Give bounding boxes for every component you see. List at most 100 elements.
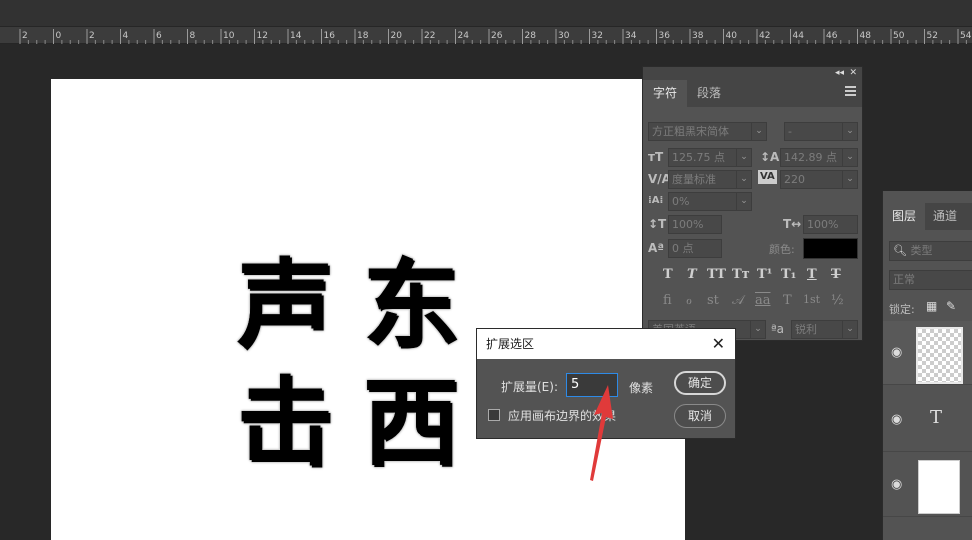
eye-icon[interactable]: ◉ xyxy=(891,412,902,427)
leading-value: 142.89 点 xyxy=(784,151,837,164)
eye-icon[interactable]: ◉ xyxy=(891,345,902,360)
leading-icon: ↕A xyxy=(760,150,780,164)
font-size-icon: тT xyxy=(648,150,664,164)
chevron-down-icon: ⌄ xyxy=(842,321,857,338)
discretionary-ligatures-button[interactable]: st xyxy=(707,293,719,308)
ruler-tick-label: 24 xyxy=(458,31,470,41)
ruler-tick-label: 46 xyxy=(826,31,838,41)
ruler-tick-label: 20 xyxy=(391,31,403,41)
ligatures-button[interactable]: fi xyxy=(663,293,672,308)
close-icon[interactable]: ✕ xyxy=(712,329,725,359)
tsume-value: 0% xyxy=(672,195,690,208)
ruler-tick-label: 32 xyxy=(592,31,603,41)
old-style-button[interactable]: ℴ xyxy=(686,293,692,308)
dialog-title: 扩展选区 xyxy=(486,337,535,351)
layer-filter-select[interactable]: 🔍︎ 类型 xyxy=(889,241,972,261)
faux-bold-button[interactable]: T xyxy=(663,267,673,282)
ordinals-button[interactable]: 1st xyxy=(803,293,820,306)
tab-character[interactable]: 字符 xyxy=(643,80,688,107)
kerning-value: 度量标准 xyxy=(672,173,716,186)
collapse-icon[interactable]: ◂◂ xyxy=(835,67,844,80)
apply-canvas-bounds-checkbox[interactable] xyxy=(488,409,500,421)
swash-button[interactable]: 𝒜 xyxy=(732,293,744,308)
tab-channels[interactable]: 通道 xyxy=(925,203,965,230)
strikethrough-button[interactable]: T xyxy=(831,267,841,282)
baseline-shift-field[interactable]: 0 点 xyxy=(668,239,722,258)
ruler-tick-label: 10 xyxy=(223,31,235,41)
kerning-field[interactable]: 度量标准 ⌄ xyxy=(668,170,752,189)
lock-brush-icon[interactable]: ✎ xyxy=(946,299,956,313)
dialog-titlebar: 扩展选区 ✕ xyxy=(477,329,735,359)
layer-thumbnail xyxy=(916,327,963,384)
canvas-glyph-1: 声 xyxy=(237,249,333,361)
font-style-value: - xyxy=(788,125,792,138)
horizontal-scale-field[interactable]: 100% xyxy=(803,215,858,234)
anti-alias-select[interactable]: 锐利 ⌄ xyxy=(791,320,858,339)
ruler-tick-label: 54 xyxy=(960,31,972,41)
leading-field[interactable]: 142.89 点 ⌄ xyxy=(780,148,858,167)
chevron-down-icon: ⌄ xyxy=(736,193,751,210)
underline-button[interactable]: T xyxy=(807,267,817,282)
superscript-button[interactable]: T¹ xyxy=(757,267,772,282)
faux-italic-button[interactable]: T xyxy=(687,267,697,282)
tab-layers[interactable]: 图层 xyxy=(883,203,926,230)
chevron-down-icon: ⌄ xyxy=(750,321,765,338)
ruler-tick-label: 28 xyxy=(525,31,537,41)
font-family-select[interactable]: 方正粗黑宋简体 ⌄ xyxy=(648,122,767,141)
horizontal-scale-icon: T↔ xyxy=(783,217,802,231)
panel-menu-icon[interactable] xyxy=(845,86,856,96)
ruler-tick-label: 52 xyxy=(927,31,938,41)
canvas-glyph-4: 西 xyxy=(363,367,459,479)
expand-amount-label: 扩展量(E): xyxy=(501,380,558,394)
ruler-tick-label: 34 xyxy=(625,31,637,41)
subscript-button[interactable]: T₁ xyxy=(781,267,796,282)
lock-transparent-icon[interactable]: ▦ xyxy=(926,299,937,313)
chevron-down-icon: ⌄ xyxy=(842,123,857,140)
vertical-scale-icon: ↕T xyxy=(648,217,667,231)
all-caps-button[interactable]: TT xyxy=(707,267,726,282)
ruler-tick-label: 0 xyxy=(56,31,62,41)
layers-panel: 图层 通道 🔍︎ 类型 正常 锁定: ▦ ✎ ◉ ◉ T ◉ xyxy=(882,191,972,540)
layers-panel-tabs: 图层 通道 xyxy=(883,203,972,230)
close-icon[interactable]: ✕ xyxy=(849,67,857,80)
ruler-tick-label: 36 xyxy=(659,31,671,41)
canvas-glyph-3: 击 xyxy=(237,367,333,479)
horizontal-scale-value: 100% xyxy=(807,218,839,231)
tsume-field[interactable]: 0% ⌄ xyxy=(668,192,752,211)
ruler-tick-label: 26 xyxy=(491,31,503,41)
layer-row-text[interactable]: ◉ T xyxy=(883,388,972,452)
vertical-scale-value: 100% xyxy=(672,218,704,231)
blend-mode-select[interactable]: 正常 xyxy=(889,270,972,290)
anti-alias-value: 锐利 xyxy=(795,323,817,336)
small-caps-button[interactable]: Tт xyxy=(732,267,750,282)
font-size-field[interactable]: 125.75 点 ⌄ xyxy=(668,148,752,167)
tab-paragraph[interactable]: 段落 xyxy=(687,80,731,107)
font-style-select[interactable]: - ⌄ xyxy=(784,122,858,141)
cancel-button[interactable]: 取消 xyxy=(674,404,726,428)
options-bar xyxy=(0,0,972,26)
annotation-arrow xyxy=(590,385,613,481)
canvas-glyph-2: 东 xyxy=(363,249,459,361)
text-layer-icon: T xyxy=(930,407,943,428)
ruler-tick-label: 8 xyxy=(190,31,196,41)
tracking-icon: VA xyxy=(758,170,777,184)
ruler-tick-label: 6 xyxy=(156,31,162,41)
panel-header-strip: ◂◂ ✕ xyxy=(643,67,862,80)
ruler-tick-label: 22 xyxy=(424,31,435,41)
layer-row-selection[interactable]: ◉ xyxy=(883,321,972,385)
stylistic-alternates-button[interactable]: aa xyxy=(755,293,771,308)
layer-thumbnail xyxy=(918,460,960,514)
anti-alias-icon: ªa xyxy=(771,322,785,336)
vertical-scale-field[interactable]: 100% xyxy=(668,215,722,234)
tracking-field[interactable]: 220 ⌄ xyxy=(780,170,858,189)
fractions-button[interactable]: ½ xyxy=(831,293,844,308)
unit-label: 像素 xyxy=(629,381,654,395)
ok-button[interactable]: 确定 xyxy=(674,371,726,395)
layer-row-background[interactable]: ◉ xyxy=(883,453,972,517)
text-color-swatch[interactable] xyxy=(803,238,858,259)
eye-icon[interactable]: ◉ xyxy=(891,477,902,492)
titling-alternates-button[interactable]: T xyxy=(783,293,792,308)
ruler-tick-label: 48 xyxy=(860,31,872,41)
search-icon: 🔍︎ xyxy=(893,244,907,257)
chevron-down-icon: ⌄ xyxy=(842,171,857,188)
